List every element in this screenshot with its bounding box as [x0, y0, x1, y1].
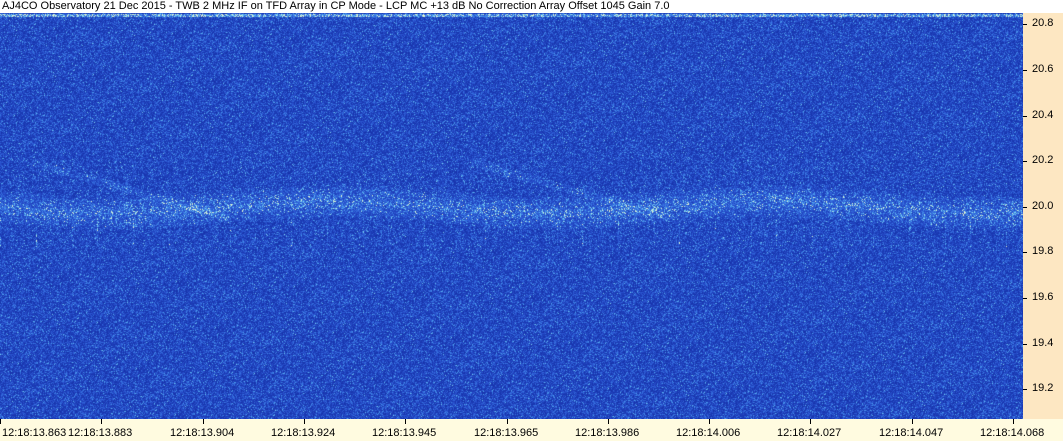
x-tick-label: 12:18:14.027 — [777, 427, 842, 439]
y-tick-mark — [1023, 298, 1027, 299]
x-tick-label: 12:18:13.863 — [2, 427, 67, 439]
x-tick-label: 12:18:14.006 — [676, 427, 741, 439]
y-tick-label: 20.0 — [1032, 200, 1054, 212]
chart-title: AJ4CO Observatory 21 Dec 2015 - TWB 2 MH… — [2, 0, 670, 12]
x-tick-mark — [810, 419, 811, 424]
title-bar: AJ4CO Observatory 21 Dec 2015 - TWB 2 MH… — [0, 0, 1063, 13]
x-tick-label: 12:18:13.904 — [170, 427, 235, 439]
y-tick-mark — [1023, 207, 1027, 208]
x-tick-mark — [405, 419, 406, 424]
x-tick-mark — [304, 419, 305, 424]
y-tick-mark — [1023, 70, 1027, 71]
x-tick-mark — [507, 419, 508, 424]
y-tick-mark — [1023, 116, 1027, 117]
y-tick-mark — [1023, 252, 1027, 253]
y-tick-mark — [1023, 24, 1027, 25]
x-tick-mark — [608, 419, 609, 424]
x-tick-mark — [0, 419, 1, 424]
y-tick-label: 19.8 — [1032, 245, 1054, 257]
y-tick-label: 20.4 — [1032, 109, 1054, 121]
spectrogram-plot — [0, 13, 1023, 419]
spectrogram-canvas — [0, 13, 1023, 419]
y-tick-mark — [1023, 161, 1027, 162]
y-tick-label: 19.6 — [1032, 291, 1054, 303]
x-tick-mark — [203, 419, 204, 424]
x-tick-mark — [1013, 419, 1014, 424]
x-tick-mark — [912, 419, 913, 424]
y-tick-mark — [1023, 389, 1027, 390]
y-tick-label: 19.2 — [1032, 382, 1054, 394]
y-tick-mark — [1023, 344, 1027, 345]
y-tick-label: 19.4 — [1032, 337, 1054, 349]
x-axis: 12:18:13.863 12:18:13.883 12:18:13.904 12:1… — [0, 419, 1063, 441]
x-tick-label: 12:18:13.924 — [271, 427, 336, 439]
x-tick-label: 12:18:13.986 — [575, 427, 640, 439]
x-tick-label: 12:18:14.047 — [879, 427, 944, 439]
x-tick-label: 12:18:13.945 — [372, 427, 437, 439]
x-tick-label: 12:18:13.965 — [474, 427, 539, 439]
x-tick-mark — [709, 419, 710, 424]
y-tick-label: 20.2 — [1032, 154, 1054, 166]
x-tick-mark — [101, 419, 102, 424]
y-tick-label: 20.8 — [1032, 17, 1054, 29]
x-tick-label: 12:18:13.883 — [68, 427, 133, 439]
y-axis: 20.8 20.6 20.4 20.2 20.0 19.8 19.6 19.4 19.2 — [1023, 13, 1063, 419]
y-tick-label: 20.6 — [1032, 63, 1054, 75]
x-tick-label: 12:18:14.068 — [980, 427, 1045, 439]
